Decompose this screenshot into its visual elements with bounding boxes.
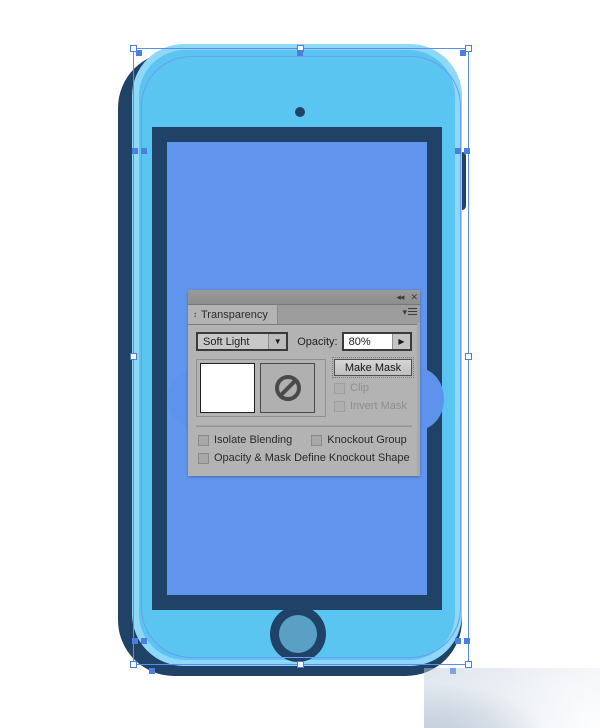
isolate-blending-checkbox[interactable] <box>198 434 209 446</box>
clip-checkbox-row[interactable]: Clip <box>334 382 412 394</box>
phone-side-buttons <box>118 164 123 276</box>
panel-tab-bar: ↕ Transparency ▾ <box>188 305 420 325</box>
knockout-group-checkbox[interactable] <box>311 434 323 446</box>
isolate-blending-label: Isolate Blending <box>214 434 293 446</box>
invert-mask-label: Invert Mask <box>350 400 407 412</box>
clip-checkbox[interactable] <box>334 382 345 394</box>
thumbnail-group <box>196 359 326 417</box>
phone-home-button <box>270 606 326 662</box>
blend-mode-dropdown-arrow-icon[interactable]: ▼ <box>268 334 287 349</box>
hamburger-menu-icon <box>408 308 417 317</box>
opacity-input[interactable]: 80% ▶ <box>341 332 412 351</box>
panel-body: Soft Light ▼ Opacity: 80% ▶ Make Mask Cl… <box>188 325 420 464</box>
front-camera-dot <box>295 107 305 117</box>
artwork-thumbnail[interactable] <box>200 363 255 413</box>
transparency-panel[interactable]: ◂◂ ✕ ↕ Transparency ▾ Soft Light ▼ Opaci… <box>188 290 420 476</box>
chevron-down-icon: ▾ <box>402 307 407 317</box>
opacity-label: Opacity: <box>297 335 338 348</box>
blend-mode-select[interactable]: Soft Light ▼ <box>196 332 289 351</box>
panel-title-bar[interactable]: ◂◂ ✕ <box>188 290 420 305</box>
clip-label: Clip <box>350 382 369 394</box>
mask-controls-column: Make Mask Clip Invert Mask <box>332 357 414 412</box>
blending-options-row: Isolate Blending Knockout Group <box>198 434 412 446</box>
collapse-panel-icon[interactable]: ◂◂ <box>396 292 404 302</box>
no-mask-icon <box>274 375 301 401</box>
mask-thumbnail[interactable] <box>260 363 315 413</box>
panel-options-menu-button[interactable]: ▾ <box>402 308 417 317</box>
opacity-mask-knockout-checkbox[interactable] <box>198 452 209 464</box>
illustrator-canvas: ◂◂ ✕ ↕ Transparency ▾ Soft Light ▼ Opaci… <box>0 0 600 728</box>
close-panel-icon[interactable]: ✕ <box>410 292 417 302</box>
bottom-checkbox-group: Isolate Blending Knockout Group Opacity … <box>196 434 412 464</box>
invert-mask-checkbox-row[interactable]: Invert Mask <box>334 400 412 412</box>
make-mask-button[interactable]: Make Mask <box>332 357 414 378</box>
blend-mode-value: Soft Light <box>203 335 250 348</box>
mask-row: Make Mask Clip Invert Mask <box>196 357 414 417</box>
tab-collapse-chevron-icon: ↕ <box>193 309 197 319</box>
tab-transparency[interactable]: ↕ Transparency <box>188 305 278 324</box>
panel-right-edge <box>417 323 420 476</box>
opacity-mask-knockout-label: Opacity & Mask Define Knockout Shape <box>214 452 410 464</box>
blend-mode-row: Soft Light ▼ Opacity: 80% ▶ <box>196 332 412 351</box>
knockout-shape-row: Opacity & Mask Define Knockout Shape <box>198 452 412 464</box>
panel-divider <box>196 425 412 427</box>
panel-title-label: Transparency <box>201 308 268 321</box>
opacity-value: 80% <box>348 335 371 348</box>
invert-mask-checkbox[interactable] <box>334 400 345 412</box>
knockout-group-label: Knockout Group <box>327 434 407 446</box>
opacity-stepper-arrow-icon[interactable]: ▶ <box>392 334 410 349</box>
